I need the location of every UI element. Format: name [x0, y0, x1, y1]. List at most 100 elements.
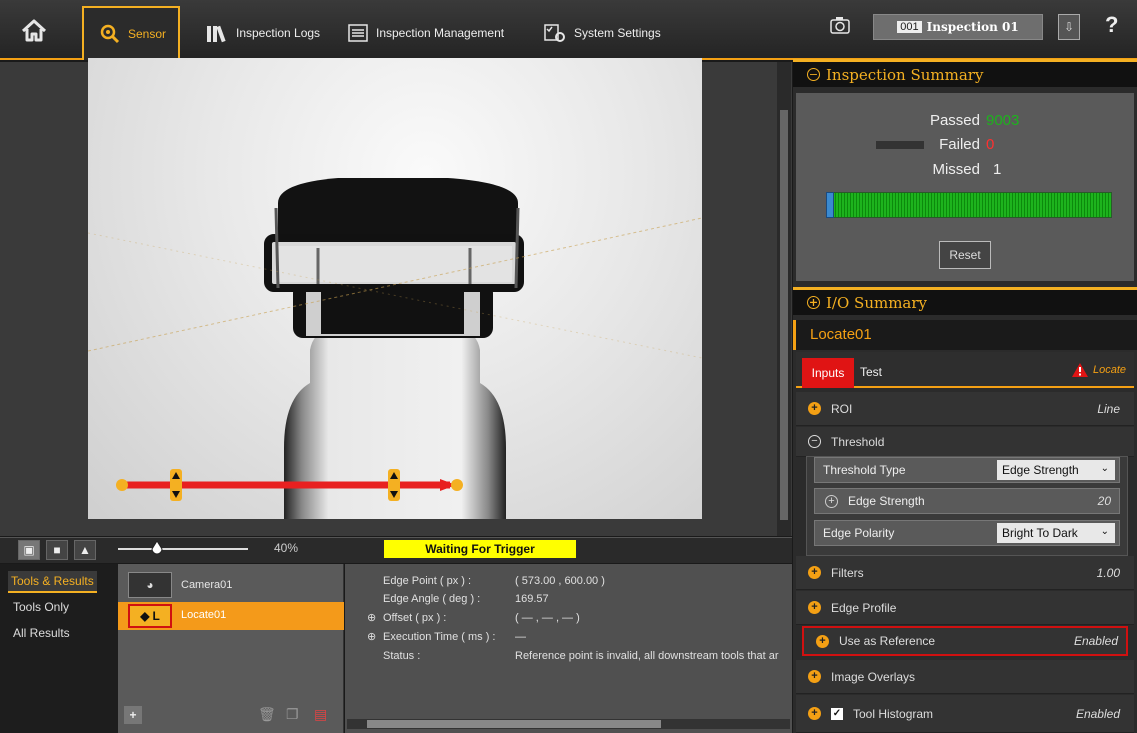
result-label: Offset ( px ) :: [383, 612, 447, 624]
delete-tool-button[interactable]: 🗑: [258, 706, 276, 723]
nav-tools-results[interactable]: Tools & Results: [8, 571, 97, 593]
bottle-image: [88, 178, 702, 519]
threshold-type-select[interactable]: Edge Strength ⌄: [997, 460, 1115, 480]
io-summary-title: I/O Summary: [826, 293, 928, 312]
home-icon: [21, 19, 47, 42]
delete-all-icon: ▤: [314, 706, 328, 722]
roi-row[interactable]: + ROI Line: [796, 392, 1134, 426]
tool-histogram-row[interactable]: + ✓ Tool Histogram Enabled: [796, 695, 1134, 733]
results-hscrollbar[interactable]: [347, 719, 790, 729]
chevron-down-icon: ⌄: [1100, 526, 1109, 537]
edge-polarity-select[interactable]: Bright To Dark ⌄: [997, 523, 1115, 543]
tab-inspection-management[interactable]: Inspection Management: [348, 6, 504, 60]
view-mode-single-button[interactable]: ■: [46, 540, 68, 560]
zoom-slider-track[interactable]: [118, 548, 248, 550]
trash-icon: 🗑: [258, 706, 276, 722]
home-button[interactable]: [20, 0, 48, 60]
viewport-scroll-thumb[interactable]: [780, 110, 788, 520]
view-mode-image-button[interactable]: ▲: [74, 540, 96, 560]
down-arrow-icon: ⇩: [1063, 20, 1075, 34]
result-value: ( — , — , — ): [515, 612, 580, 624]
expand-icon: +: [807, 296, 820, 309]
camera-icon: [830, 17, 850, 34]
threshold-row[interactable]: − Threshold: [796, 427, 1134, 457]
tab-test[interactable]: Test: [860, 365, 882, 379]
reset-button[interactable]: Reset: [939, 241, 991, 269]
delete-all-button[interactable]: ▤: [314, 706, 327, 723]
tab-inspection-logs[interactable]: Inspection Logs: [206, 6, 320, 60]
trigger-status: Waiting For Trigger: [384, 540, 576, 558]
split-view-icon: ▣: [23, 543, 35, 557]
copy-icon: ❐: [286, 706, 299, 722]
tool-list: ◕ Camera01 ◆ L Locate01 + 🗑 ❐ ▤: [118, 564, 344, 733]
edge-profile-row[interactable]: + Edge Profile: [796, 591, 1134, 625]
tool-title: Locate01: [793, 320, 1137, 350]
passed-value: 9003: [986, 112, 1020, 129]
roi-handle-right[interactable]: [388, 469, 400, 501]
add-tool-label: +: [129, 708, 137, 722]
roi-value: Line: [1097, 401, 1120, 416]
roi-handle-left[interactable]: [170, 469, 182, 501]
tool-item-label: Camera01: [181, 579, 233, 591]
camera-tool-icon: ◕: [128, 572, 172, 598]
tool-histogram-checkbox[interactable]: ✓: [831, 707, 843, 720]
nav-all-results[interactable]: All Results: [10, 623, 73, 643]
books-icon: [207, 25, 226, 43]
result-label: Execution Time ( ms ) :: [383, 631, 496, 643]
tab-inputs[interactable]: Inputs: [802, 358, 854, 388]
inspection-summary-title: Inspection Summary: [826, 65, 984, 84]
tool-item-locate01[interactable]: ◆ L Locate01: [118, 602, 344, 630]
reset-label: Reset: [949, 248, 981, 262]
tool-results-panel: Edge Point ( px ) : ( 573.00 , 600.00 ) …: [345, 564, 792, 733]
results-hscroll-thumb[interactable]: [367, 720, 661, 728]
expand-icon: +: [816, 634, 829, 648]
view-mode-split-button[interactable]: ▣: [18, 540, 40, 560]
inspection-name: Inspection 01: [926, 20, 1019, 34]
inspection-summary-header[interactable]: − Inspection Summary: [793, 59, 1137, 87]
help-button[interactable]: ?: [1105, 12, 1118, 38]
expand-icon: +: [808, 707, 821, 720]
tool-warning: Locate: [1071, 362, 1126, 378]
tab-sensor[interactable]: Sensor: [82, 6, 180, 60]
edge-strength-row[interactable]: + Edge Strength 20: [814, 488, 1120, 514]
inspection-number: 001: [897, 21, 922, 33]
tab-system-settings-label: System Settings: [574, 26, 661, 40]
roi-line-overlay[interactable]: [110, 465, 470, 505]
locate-glyph-icon: ◆: [140, 609, 150, 623]
expand-offset-icon[interactable]: ⊕: [367, 611, 376, 624]
expand-icon: +: [808, 402, 821, 415]
use-as-reference-row[interactable]: + Use as Reference Enabled: [802, 626, 1128, 656]
filters-row[interactable]: + Filters 1.00: [796, 556, 1134, 590]
io-summary-header[interactable]: + I/O Summary: [793, 287, 1137, 315]
add-tool-button[interactable]: +: [124, 706, 142, 724]
use-as-reference-label: Use as Reference: [839, 634, 936, 648]
threshold-type-label: Threshold Type: [823, 463, 906, 477]
filters-value: 1.00: [1096, 565, 1120, 580]
zoom-slider-knob[interactable]: [151, 541, 163, 555]
checklist-gear-icon: [544, 24, 565, 42]
camera-image[interactable]: [88, 58, 702, 519]
expand-icon: +: [825, 494, 838, 508]
expand-icon: +: [808, 670, 821, 683]
threshold-type-value: Edge Strength: [1002, 463, 1079, 477]
tool-histogram-label: Tool Histogram: [853, 706, 934, 721]
inspection-selector[interactable]: 001 Inspection 01: [873, 14, 1043, 40]
tab-system-settings[interactable]: System Settings: [544, 6, 661, 60]
tool-item-camera01[interactable]: ◕ Camera01: [118, 572, 344, 600]
use-as-reference-value: Enabled: [1073, 634, 1118, 648]
locate-tool-icon: ◆ L: [128, 604, 172, 628]
tab-inspection-management-label: Inspection Management: [376, 26, 505, 40]
copy-tool-button[interactable]: ❐: [286, 706, 299, 723]
download-button[interactable]: ⇩: [1058, 14, 1080, 40]
result-label: Status :: [383, 650, 421, 662]
image-overlays-row[interactable]: + Image Overlays: [796, 660, 1134, 694]
expand-execution-time-icon[interactable]: ⊕: [367, 630, 376, 643]
expand-icon: +: [808, 601, 821, 614]
camera-button[interactable]: [830, 16, 850, 39]
tab-sensor-label: Sensor: [128, 27, 167, 41]
mountain-icon: ▲: [79, 543, 91, 557]
tool-item-label: Locate01: [181, 609, 227, 621]
edge-strength-value: 20: [1097, 494, 1111, 508]
result-value: Reference point is invalid, all downstre…: [515, 650, 779, 662]
nav-tools-only[interactable]: Tools Only: [10, 597, 72, 617]
